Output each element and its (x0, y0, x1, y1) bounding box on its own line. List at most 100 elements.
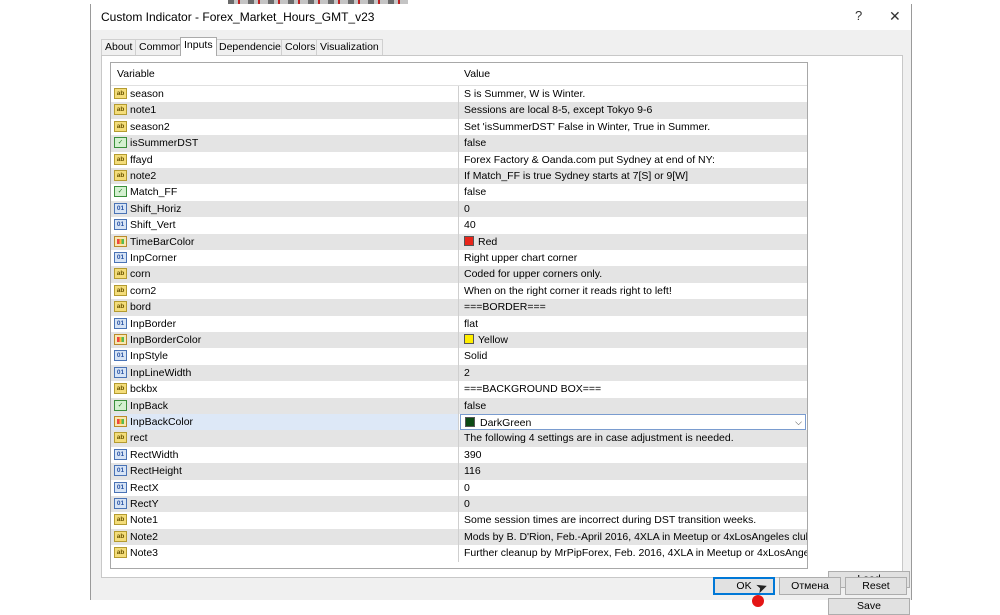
reset-button[interactable]: Reset (845, 577, 907, 595)
variable-cell[interactable]: ✓ InpBack (111, 397, 459, 414)
value-cell[interactable]: Yellow (459, 332, 807, 348)
value-cell[interactable]: ===BACKGROUND BOX=== (459, 381, 807, 397)
variable-cell[interactable]: ab Note3 (111, 545, 459, 562)
input-row-match_ff[interactable]: ✓ Match_FF false (111, 184, 807, 201)
input-row-inpbackcolor[interactable]: InpBackColor ⌵ DarkGreen (111, 414, 807, 431)
value-cell[interactable]: Forex Factory & Oanda.com put Sydney at … (459, 152, 807, 168)
value-cell[interactable]: 116 (459, 463, 807, 479)
value-cell[interactable]: Sessions are local 8-5, except Tokyo 9-6 (459, 102, 807, 118)
variable-cell[interactable]: 01 RectHeight (111, 463, 459, 480)
input-row-corn2[interactable]: ab corn2 When on the right corner it reads… (111, 282, 807, 300)
input-row-rectwidth[interactable]: 01 RectWidth 390 (111, 446, 807, 464)
input-row-inpstyle[interactable]: 01 InpStyle Solid (111, 348, 807, 365)
variable-cell[interactable]: ab rect (111, 430, 459, 447)
input-row-corn[interactable]: ab corn Coded for upper corners only. (111, 266, 807, 283)
variable-cell[interactable]: ab Note1 (111, 512, 459, 529)
input-row-note2[interactable]: ab note2 If Match_FF is true Sydney starts… (111, 168, 807, 185)
value-cell[interactable]: ⌵ DarkGreen (459, 414, 807, 430)
variable-cell[interactable]: ab ffayd (111, 151, 459, 168)
tab-common[interactable]: Common (135, 39, 186, 55)
input-row-note1[interactable]: ab Note1 Some session times are incorrect … (111, 512, 807, 529)
input-row-season[interactable]: ab season S is Summer, W is Winter. (111, 86, 807, 103)
input-row-rect[interactable]: ab rect The following 4 settings are in ca… (111, 430, 807, 447)
value-cell[interactable]: false (459, 398, 807, 414)
tab-visualization[interactable]: Visualization (316, 39, 383, 55)
variable-cell[interactable]: ab season2 (111, 118, 459, 136)
value-cell[interactable]: Further cleanup by MrPipForex, Feb. 2016… (459, 545, 807, 561)
tab-about[interactable]: About (101, 39, 137, 55)
value-cell[interactable]: false (459, 184, 807, 200)
variable-cell[interactable]: ab bord (111, 299, 459, 316)
input-row-inpborder[interactable]: 01 InpBorder flat (111, 315, 807, 332)
value-cell[interactable]: 0 (459, 480, 807, 496)
variable-cell[interactable]: ab corn2 (111, 282, 459, 300)
value-cell[interactable]: Some session times are incorrect during … (459, 512, 807, 528)
tab-inputs[interactable]: Inputs (180, 37, 217, 56)
variable-cell[interactable]: TimeBarColor (111, 233, 459, 250)
variable-cell[interactable]: 01 RectY (111, 496, 459, 513)
variable-cell[interactable]: ab bckbx (111, 381, 459, 398)
input-row-season2[interactable]: ab season2 Set 'isSummerDST' False in Wint… (111, 118, 807, 136)
help-button[interactable]: ? (855, 8, 862, 23)
variable-cell[interactable]: ab note2 (111, 168, 459, 185)
variable-cell[interactable]: InpBorderColor (111, 332, 459, 349)
column-header-value[interactable]: Value (464, 68, 490, 80)
value-cell[interactable]: 390 (459, 447, 807, 463)
value-cell[interactable]: If Match_FF is true Sydney starts at 7[S… (459, 168, 807, 184)
tab-colors[interactable]: Colors (281, 39, 320, 55)
save-button[interactable]: Save (828, 598, 910, 615)
color-dropdown[interactable]: ⌵ DarkGreen (460, 414, 806, 430)
variable-cell[interactable]: 01 RectWidth (111, 446, 459, 464)
value-cell[interactable]: 2 (459, 365, 807, 381)
column-header-variable[interactable]: Variable (117, 68, 155, 80)
input-row-rectx[interactable]: 01 RectX 0 (111, 479, 807, 496)
value-cell[interactable]: Set 'isSummerDST' False in Winter, True … (459, 119, 807, 135)
variable-cell[interactable]: 01 InpLineWidth (111, 364, 459, 382)
input-row-ffayd[interactable]: ab ffayd Forex Factory & Oanda.com put Syd… (111, 151, 807, 168)
value-cell[interactable]: Coded for upper corners only. (459, 266, 807, 282)
input-row-issummerdst[interactable]: ✓ isSummerDST false (111, 135, 807, 152)
input-row-inpback[interactable]: ✓ InpBack false (111, 397, 807, 414)
input-row-timebarcolor[interactable]: TimeBarColor Red (111, 233, 807, 250)
value-cell[interactable]: S is Summer, W is Winter. (459, 86, 807, 102)
value-cell[interactable]: Mods by B. D'Rion, Feb.-April 2016, 4XLA… (459, 529, 807, 545)
value-cell[interactable]: When on the right corner it reads right … (459, 283, 807, 299)
cancel-button[interactable]: Отмена (779, 577, 841, 595)
value-cell[interactable]: Red (459, 234, 807, 250)
value-cell[interactable]: Solid (459, 348, 807, 364)
variable-cell[interactable]: 01 InpCorner (111, 250, 459, 267)
chevron-down-icon[interactable]: ⌵ (795, 415, 802, 430)
variable-cell[interactable]: ✓ Match_FF (111, 184, 459, 201)
variable-cell[interactable]: ab Note2 (111, 528, 459, 546)
variable-cell[interactable]: ✓ isSummerDST (111, 135, 459, 152)
input-row-note3[interactable]: ab Note3 Further cleanup by MrPipForex, Fe… (111, 545, 807, 562)
value-cell[interactable]: 0 (459, 496, 807, 512)
value-cell[interactable]: false (459, 135, 807, 151)
tab-dependencies[interactable]: Dependencies (215, 39, 291, 55)
input-row-note1[interactable]: ab note1 Sessions are local 8-5, except To… (111, 102, 807, 119)
variable-cell[interactable]: 01 InpBorder (111, 315, 459, 332)
close-button[interactable]: ✕ (889, 8, 901, 25)
value-cell[interactable]: The following 4 settings are in case adj… (459, 430, 807, 446)
variable-cell[interactable]: ab corn (111, 266, 459, 283)
variable-cell[interactable]: 01 InpStyle (111, 348, 459, 365)
value-cell[interactable]: 0 (459, 201, 807, 217)
input-row-rectheight[interactable]: 01 RectHeight 116 (111, 463, 807, 480)
input-row-recty[interactable]: 01 RectY 0 (111, 496, 807, 513)
variable-cell[interactable]: 01 RectX (111, 479, 459, 496)
input-row-bord[interactable]: ab bord ===BORDER=== (111, 299, 807, 316)
value-cell[interactable]: ===BORDER=== (459, 299, 807, 315)
value-cell[interactable]: 40 (459, 217, 807, 233)
input-row-shift_horiz[interactable]: 01 Shift_Horiz 0 (111, 200, 807, 218)
input-row-inpcorner[interactable]: 01 InpCorner Right upper chart corner (111, 250, 807, 267)
variable-cell[interactable]: 01 Shift_Horiz (111, 200, 459, 218)
input-row-note2[interactable]: ab Note2 Mods by B. D'Rion, Feb.-April 201… (111, 528, 807, 546)
input-row-inplinewidth[interactable]: 01 InpLineWidth 2 (111, 364, 807, 382)
variable-cell[interactable]: InpBackColor (111, 414, 459, 431)
variable-cell[interactable]: ab season (111, 86, 459, 103)
variable-cell[interactable]: ab note1 (111, 102, 459, 119)
value-cell[interactable]: Right upper chart corner (459, 250, 807, 266)
input-row-bckbx[interactable]: ab bckbx ===BACKGROUND BOX=== (111, 381, 807, 398)
value-cell[interactable]: flat (459, 316, 807, 332)
variable-cell[interactable]: 01 Shift_Vert (111, 217, 459, 234)
